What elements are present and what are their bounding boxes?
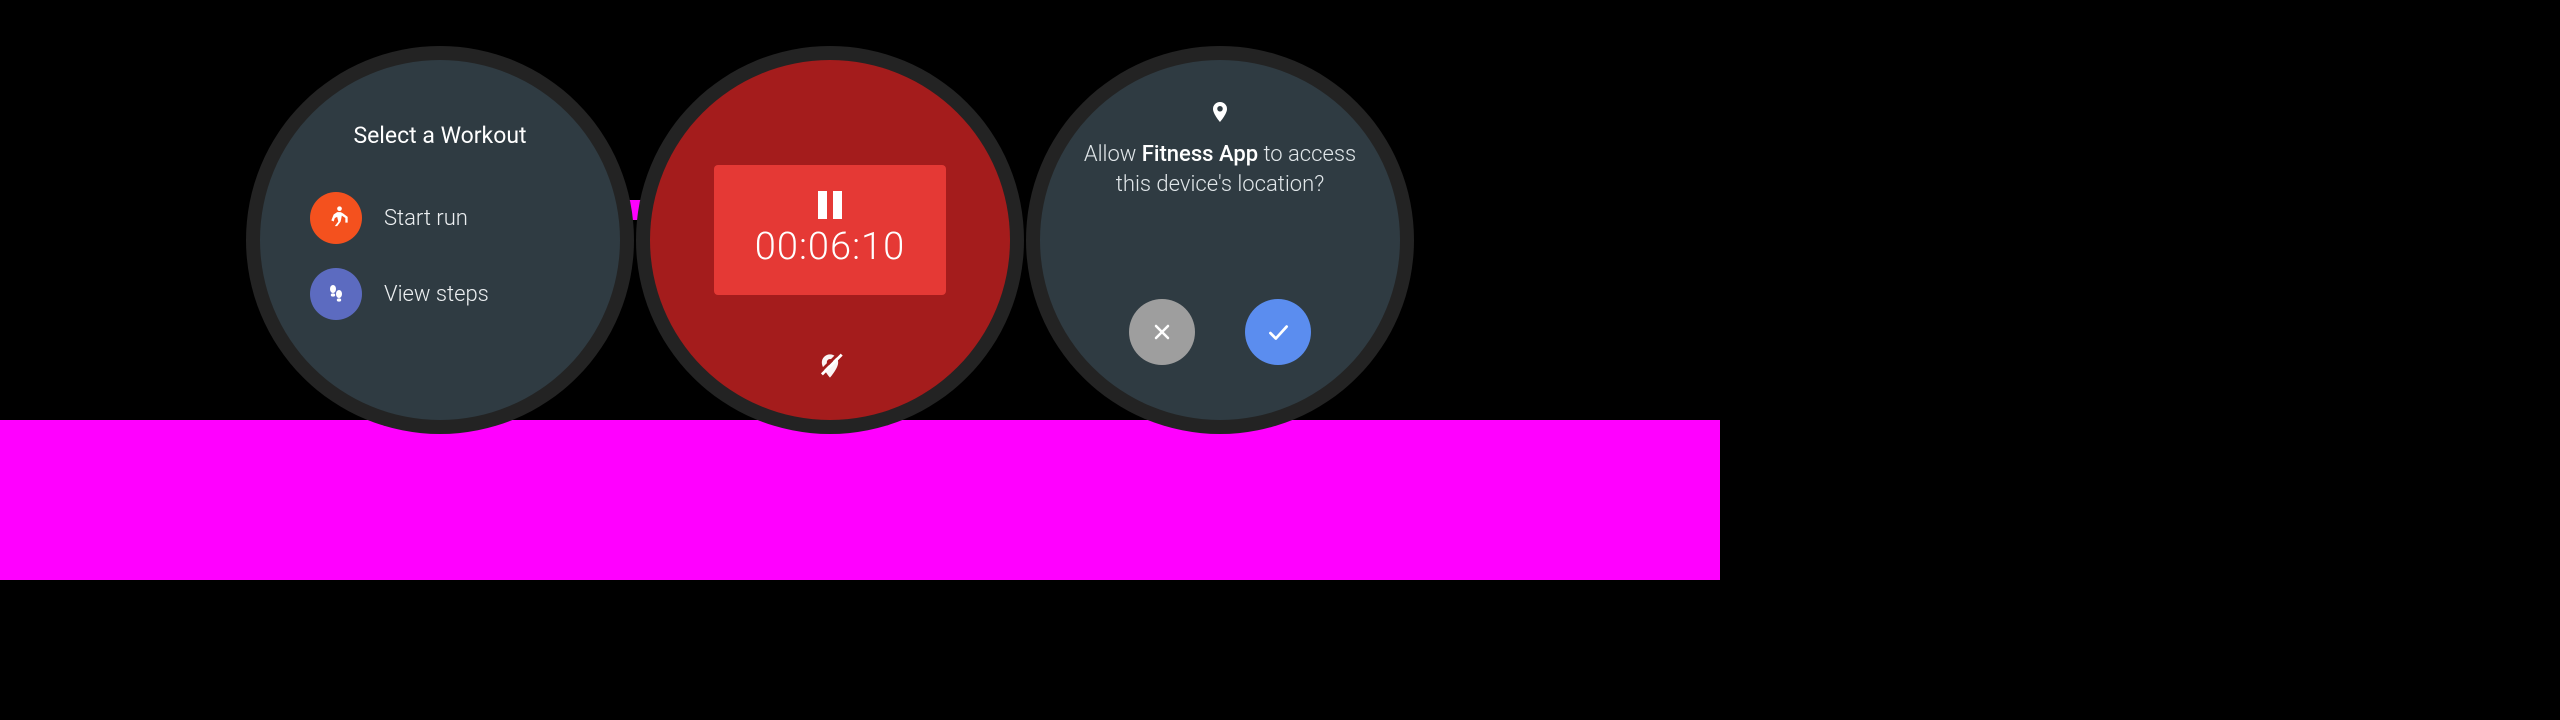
workout-item-view-steps[interactable]: View steps [310,256,600,332]
watch-row: Select a Workout Start run [260,60,1400,420]
run-icon [310,192,362,244]
location-off-icon[interactable] [816,352,844,380]
workout-item-start-run[interactable]: Start run [310,180,600,256]
watch-select-workout: Select a Workout Start run [260,60,620,420]
steps-icon [310,268,362,320]
check-icon [1265,319,1291,345]
workout-item-label: Start run [384,206,468,231]
prompt-app-name: Fitness App [1142,142,1258,167]
prompt-prefix: Allow [1084,142,1142,167]
workout-list: Start run View steps [310,180,600,332]
permission-actions [1040,299,1400,365]
deny-button[interactable] [1129,299,1195,365]
timer-card[interactable]: 00:06:10 [714,165,946,295]
watch-permission-dialog: Allow Fitness App to access this device'… [1040,60,1400,420]
permission-prompt: Allow Fitness App to access this device'… [1080,140,1360,199]
pause-icon [818,191,842,219]
location-pin-icon [1208,100,1232,124]
annotation-bar [0,420,1720,580]
allow-button[interactable] [1245,299,1311,365]
watch-active-workout: 00:06:10 [650,60,1010,420]
close-icon [1150,320,1174,344]
elapsed-time: 00:06:10 [755,225,905,269]
screen-title: Select a Workout [260,122,620,149]
canvas: Select a Workout Start run [0,0,2560,720]
workout-item-label: View steps [384,282,489,307]
